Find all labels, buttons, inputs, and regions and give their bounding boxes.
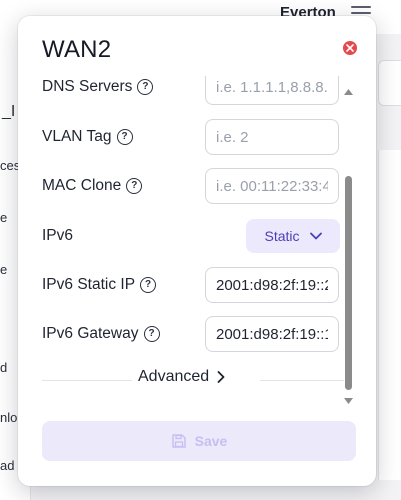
save-icon xyxy=(171,434,186,448)
help-icon[interactable]: ? xyxy=(140,277,157,293)
ipv6-mode-value: Static xyxy=(264,228,300,244)
background-card xyxy=(378,60,401,106)
advanced-toggle[interactable]: Advanced xyxy=(138,368,225,386)
dns-servers-input[interactable] xyxy=(205,76,339,105)
help-icon[interactable]: ? xyxy=(116,129,133,145)
divider xyxy=(260,380,344,381)
field-label: IPv6 Gateway xyxy=(42,325,139,342)
vlan-tag-input[interactable] xyxy=(205,119,339,155)
advanced-section: Advanced xyxy=(42,368,344,392)
close-button[interactable] xyxy=(343,41,357,55)
background-text: d xyxy=(0,360,8,375)
help-icon[interactable]: ? xyxy=(137,79,154,95)
field-mac-clone: MAC Clone ? xyxy=(42,167,342,207)
field-label: DNS Servers xyxy=(42,78,133,95)
ipv6-static-ip-input[interactable] xyxy=(205,267,339,303)
background-text: _I xyxy=(2,103,16,120)
scrollbar-thumb[interactable] xyxy=(345,176,352,390)
chevron-down-icon xyxy=(309,232,322,240)
field-label-row: MAC Clone ? xyxy=(42,177,143,195)
mac-clone-input[interactable] xyxy=(205,168,339,204)
background-card xyxy=(378,150,401,480)
field-label-row: VLAN Tag ? xyxy=(42,128,133,146)
field-label: MAC Clone xyxy=(42,177,122,194)
close-icon xyxy=(346,44,354,52)
divider xyxy=(42,380,132,381)
form-scroll-area[interactable]: DNS Servers ? VLAN Tag ? MAC Clone ? IPv… xyxy=(18,76,376,406)
field-label-row: IPv6 Static IP ? xyxy=(42,276,157,294)
advanced-label: Advanced xyxy=(138,368,210,385)
modal-title: WAN2 xyxy=(42,36,112,63)
save-label: Save xyxy=(194,433,228,449)
field-label-row: IPv6 xyxy=(42,227,73,245)
field-vlan-tag: VLAN Tag ? xyxy=(42,118,342,158)
background-text: e xyxy=(0,262,8,277)
field-label-row: IPv6 Gateway ? xyxy=(42,325,160,343)
field-label: IPv6 xyxy=(42,227,74,244)
background-text: ad xyxy=(0,458,15,473)
help-icon[interactable]: ? xyxy=(143,326,160,342)
ipv6-mode-select[interactable]: Static xyxy=(246,219,340,253)
wan-settings-modal: WAN2 DNS Servers ? VLAN Tag ? MAC Clone xyxy=(18,16,376,486)
scroll-up-arrow-icon[interactable] xyxy=(344,89,353,95)
chevron-right-icon xyxy=(217,371,225,383)
help-icon[interactable]: ? xyxy=(126,178,143,194)
field-ipv6: IPv6 Static xyxy=(42,217,342,257)
field-label: VLAN Tag xyxy=(42,128,112,145)
field-dns-servers: DNS Servers ? xyxy=(42,76,342,108)
field-ipv6-static-ip: IPv6 Static IP ? xyxy=(42,266,342,306)
scrollbar[interactable] xyxy=(342,86,354,414)
background-text: nlo xyxy=(0,410,18,425)
field-ipv6-gateway: IPv6 Gateway ? xyxy=(42,315,342,355)
save-button[interactable]: Save xyxy=(42,421,356,461)
field-label-row: DNS Servers ? xyxy=(42,78,154,96)
scroll-down-arrow-icon[interactable] xyxy=(344,398,353,404)
field-label: IPv6 Static IP xyxy=(42,276,136,293)
ipv6-gateway-input[interactable] xyxy=(205,316,339,352)
background-text: e xyxy=(0,210,8,225)
